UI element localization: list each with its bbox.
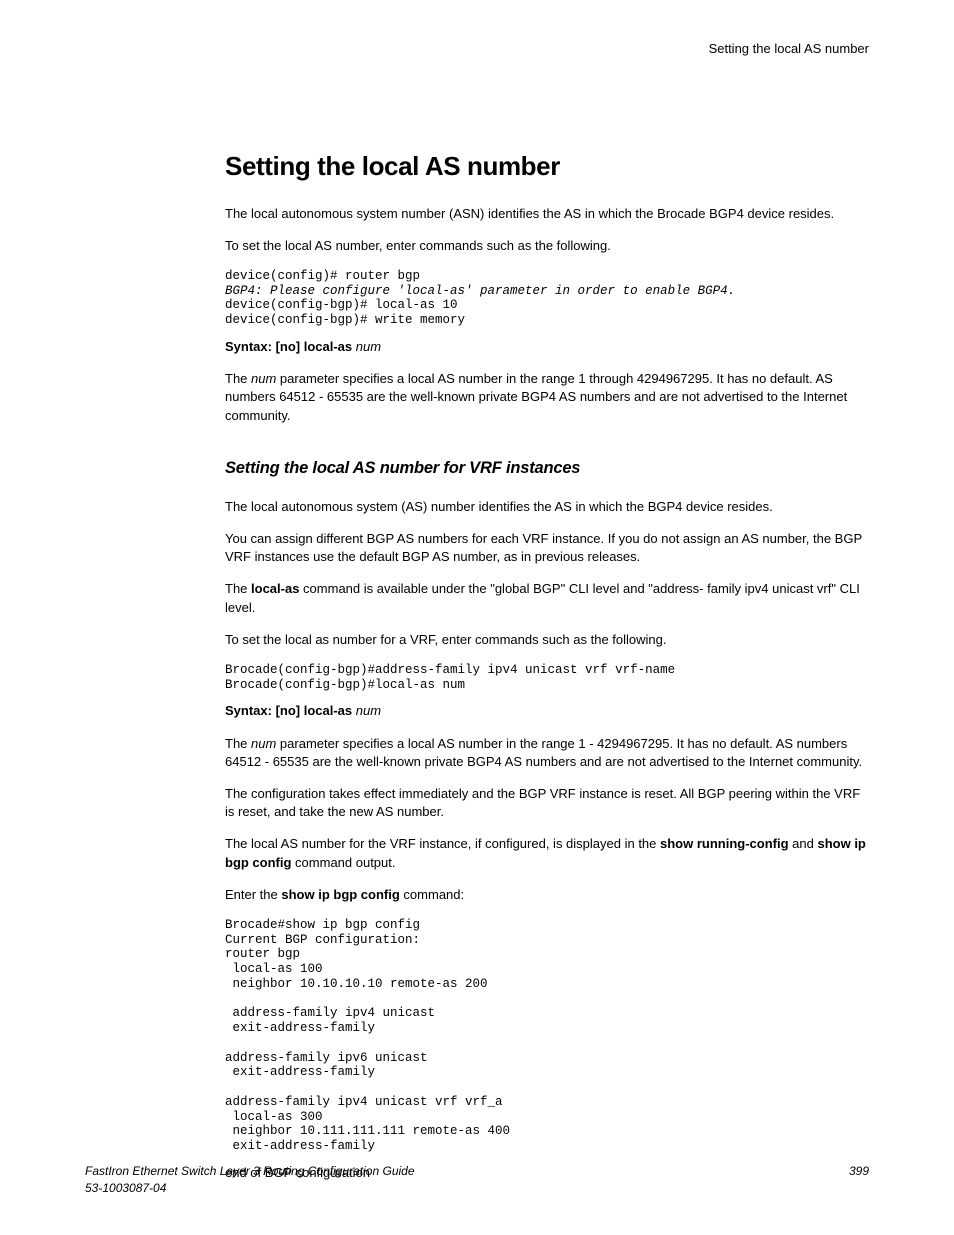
paragraph: You can assign different BGP AS numbers … [225, 530, 869, 566]
paragraph-intro: The local autonomous system number (ASN)… [225, 205, 869, 223]
text: and [789, 836, 818, 851]
text: parameter specifies a local AS number in… [225, 371, 847, 422]
code-line-italic: BGP4: Please configure 'local-as' parame… [225, 284, 735, 298]
syntax-line-1: Syntax: [no] local-as num [225, 338, 869, 356]
command-bold: show running-config [660, 836, 789, 851]
section-heading-vrf: Setting the local AS number for VRF inst… [225, 457, 869, 480]
paragraph: The local AS number for the VRF instance… [225, 835, 869, 871]
command-bold: show ip bgp config [281, 887, 399, 902]
text: command is available under the "global B… [225, 581, 860, 614]
paragraph: The local autonomous system (AS) number … [225, 498, 869, 516]
paragraph: The configuration takes effect immediate… [225, 785, 869, 821]
page: Setting the local AS number Setting the … [0, 0, 954, 1235]
text: The [225, 581, 251, 596]
syntax-line-2: Syntax: [no] local-as num [225, 702, 869, 720]
param-italic: num [251, 371, 276, 386]
footer-doc-number: 53-1003087-04 [85, 1181, 166, 1195]
text: The [225, 736, 251, 751]
code-block-1: device(config)# router bgp BGP4: Please … [225, 269, 869, 328]
footer-title: FastIron Ethernet Switch Layer 3 Routing… [85, 1164, 415, 1178]
param-italic: num [251, 736, 276, 751]
paragraph: To set the local as number for a VRF, en… [225, 631, 869, 649]
code-line: device(config)# router bgp [225, 269, 420, 283]
page-title: Setting the local AS number [225, 148, 869, 184]
syntax-bold: Syntax: [no] local-as [225, 703, 352, 718]
paragraph-instruction: To set the local AS number, enter comman… [225, 237, 869, 255]
code-block-3: Brocade#show ip bgp config Current BGP c… [225, 918, 869, 1154]
code-line: device(config-bgp)# local-as 10 [225, 298, 458, 312]
syntax-bold: Syntax: [no] local-as [225, 339, 352, 354]
running-header: Setting the local AS number [85, 40, 869, 58]
code-block-2: Brocade(config-bgp)#address-family ipv4 … [225, 663, 869, 693]
page-footer: 399 FastIron Ethernet Switch Layer 3 Rou… [85, 1163, 869, 1197]
syntax-param: num [356, 339, 381, 354]
text: parameter specifies a local AS number in… [225, 736, 862, 769]
page-number: 399 [849, 1163, 869, 1180]
text: The local AS number for the VRF instance… [225, 836, 660, 851]
paragraph: Enter the show ip bgp config command: [225, 886, 869, 904]
command-bold: local-as [251, 581, 299, 596]
text: Enter the [225, 887, 281, 902]
text: The [225, 371, 251, 386]
code-line: device(config-bgp)# write memory [225, 313, 465, 327]
paragraph: The local-as command is available under … [225, 580, 869, 616]
paragraph-num-desc-2: The num parameter specifies a local AS n… [225, 735, 869, 771]
syntax-param: num [356, 703, 381, 718]
text: command output. [291, 855, 395, 870]
paragraph-num-desc-1: The num parameter specifies a local AS n… [225, 370, 869, 425]
body-content: The local autonomous system number (ASN)… [225, 205, 869, 1183]
text: command: [400, 887, 464, 902]
